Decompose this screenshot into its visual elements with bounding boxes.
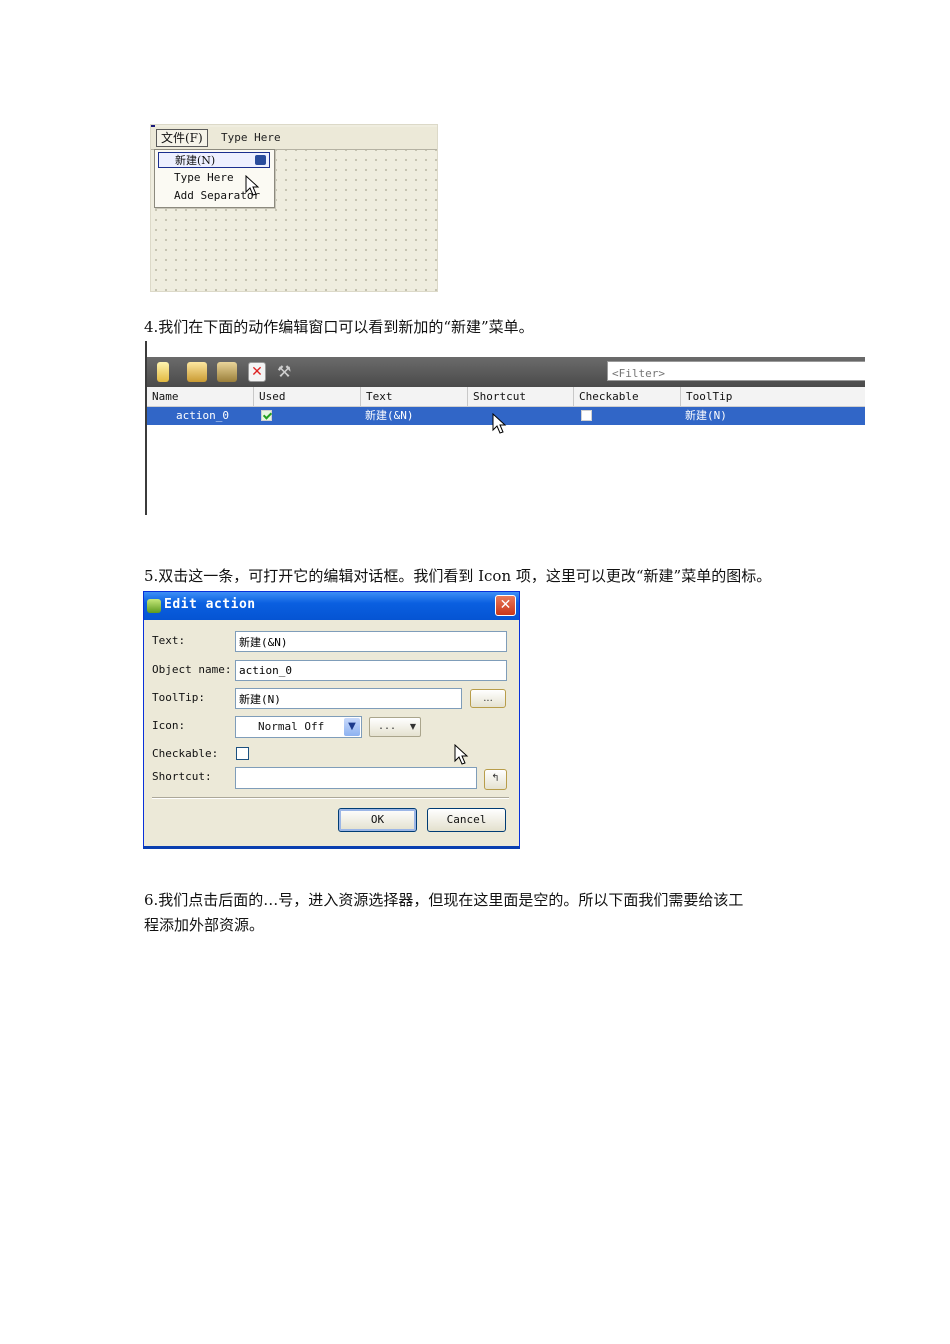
paragraph-step-4: 4.我们在下面的动作编辑窗口可以看到新加的“新建”菜单。 bbox=[144, 318, 534, 336]
menu-bar-type-here[interactable]: Type Here bbox=[221, 131, 281, 145]
object-name-field[interactable] bbox=[235, 660, 507, 681]
paragraph-step-6-line-2: 程添加外部资源。 bbox=[144, 916, 265, 934]
paragraph-step-5: 5.双击这一条，可打开它的编辑对话框。我们看到 Icon 项，这里可以更改“新建… bbox=[144, 567, 772, 585]
dialog-titlebar[interactable]: Edit action ✕ bbox=[144, 592, 519, 620]
filter-field[interactable] bbox=[607, 361, 865, 383]
action-editor-toolbar: ✕ ⚒ bbox=[147, 357, 865, 387]
text-field[interactable] bbox=[235, 631, 507, 652]
edit-action-dialog: Edit action ✕ Text: Object name: ToolTip… bbox=[143, 591, 520, 849]
icon-resource-button[interactable]: ... ▼ bbox=[369, 717, 421, 737]
new-action-icon[interactable] bbox=[157, 362, 169, 382]
table-header: Name Used Text Shortcut Checkable ToolTi… bbox=[147, 387, 865, 407]
delete-icon[interactable]: ✕ bbox=[248, 362, 266, 382]
column-header-used[interactable]: Used bbox=[253, 387, 360, 406]
shortcut-field[interactable] bbox=[235, 767, 477, 789]
open-icon[interactable] bbox=[187, 362, 207, 382]
menu-designer-screenshot: 文件(F) Type Here 新建(N) Type Here Add Sepa… bbox=[150, 124, 438, 292]
close-button[interactable]: ✕ bbox=[495, 595, 516, 616]
menu-item-new[interactable]: 新建(N) bbox=[158, 152, 270, 168]
button-separator bbox=[152, 797, 509, 799]
tooltip-input[interactable] bbox=[239, 689, 461, 708]
menu-item-new-label: 新建(N) bbox=[175, 154, 216, 167]
mouse-cursor-icon bbox=[245, 175, 260, 196]
cell-name: action_0 bbox=[176, 409, 229, 422]
menu-bar: 文件(F) Type Here bbox=[151, 127, 437, 150]
action-editor-screenshot: ✕ ⚒ Name Used Text Shortcut Checkable To… bbox=[145, 341, 865, 515]
object-name-label: Object name: bbox=[152, 663, 232, 676]
mouse-cursor-icon bbox=[454, 744, 469, 765]
icon-mode-select[interactable]: Normal Off ▼ bbox=[235, 716, 362, 738]
cell-tooltip: 新建(N) bbox=[685, 409, 727, 422]
icon-mode-value: Normal Off bbox=[258, 720, 325, 733]
mouse-cursor-icon bbox=[492, 413, 507, 434]
checkable-checkbox[interactable] bbox=[581, 410, 592, 421]
text-input[interactable] bbox=[239, 632, 506, 651]
column-header-shortcut[interactable]: Shortcut bbox=[467, 387, 573, 406]
checkable-checkbox[interactable] bbox=[236, 747, 249, 760]
icon-resource-ellipsis: ... bbox=[378, 721, 397, 732]
dropdown-arrow-icon: ▼ bbox=[409, 722, 416, 731]
text-label: Text: bbox=[152, 634, 186, 647]
column-header-text[interactable]: Text bbox=[360, 387, 467, 406]
reset-shortcut-icon[interactable]: ↰ bbox=[484, 769, 507, 790]
chevron-down-icon[interactable]: ▼ bbox=[344, 718, 360, 736]
tooltip-field[interactable] bbox=[235, 688, 462, 709]
column-header-tooltip[interactable]: ToolTip bbox=[680, 387, 865, 406]
dialog-title: Edit action bbox=[164, 597, 256, 612]
column-header-name[interactable]: Name bbox=[147, 387, 253, 406]
copy-icon[interactable] bbox=[217, 362, 237, 382]
file-menu[interactable]: 文件(F) bbox=[156, 129, 208, 147]
paragraph-step-6-line-1: 6.我们点击后面的…号，进入资源选择器，但现在这里面是空的。所以下面我们需要给该… bbox=[144, 891, 744, 909]
ok-button[interactable]: OK bbox=[338, 808, 417, 832]
shortcut-input[interactable] bbox=[239, 768, 476, 788]
column-header-checkable[interactable]: Checkable bbox=[573, 387, 680, 406]
icon-label: Icon: bbox=[152, 719, 186, 732]
tooltip-ellipsis-button[interactable]: ... bbox=[470, 689, 506, 708]
cell-text: 新建(&N) bbox=[365, 409, 414, 422]
cancel-button[interactable]: Cancel bbox=[427, 808, 506, 832]
app-icon bbox=[147, 599, 161, 613]
object-name-input[interactable] bbox=[239, 661, 506, 680]
used-checkbox[interactable] bbox=[261, 410, 272, 421]
wrench-icon[interactable]: ⚒ bbox=[277, 362, 299, 382]
filter-input[interactable] bbox=[608, 364, 865, 383]
tooltip-label: ToolTip: bbox=[152, 691, 205, 704]
shortcut-label: Shortcut: bbox=[152, 770, 212, 783]
cell-shortcut bbox=[467, 407, 573, 425]
checkable-label: Checkable: bbox=[152, 747, 219, 760]
action-icon bbox=[255, 155, 266, 165]
